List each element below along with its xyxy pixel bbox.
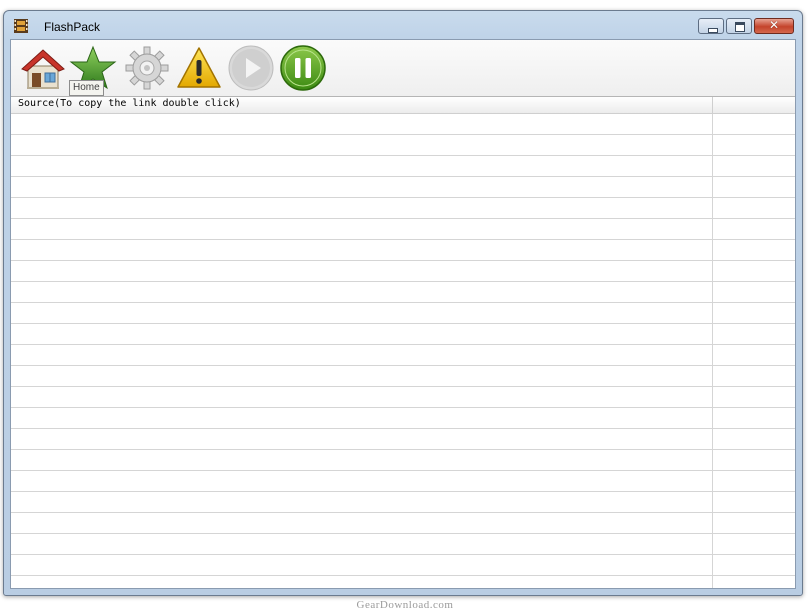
table-cell-source	[11, 177, 713, 197]
table-cell-source	[11, 513, 713, 533]
table-row[interactable]	[11, 240, 795, 261]
table-cell-source	[11, 219, 713, 239]
table-cell-source	[11, 345, 713, 365]
minimize-icon	[708, 28, 718, 33]
table-row[interactable]	[11, 492, 795, 513]
app-window: FlashPack ✕ Home Source(To copy the link…	[3, 10, 803, 596]
table-cell-source	[11, 408, 713, 428]
table-cell-source	[11, 492, 713, 512]
tooltip: Home	[69, 80, 104, 96]
table-cell-source	[11, 429, 713, 449]
table-row[interactable]	[11, 429, 795, 450]
table-cell-source	[11, 282, 713, 302]
table-cell-source	[11, 471, 713, 491]
table-row[interactable]	[11, 534, 795, 555]
home-button[interactable]	[19, 44, 67, 92]
table-row[interactable]	[11, 177, 795, 198]
title-bar[interactable]: FlashPack ✕	[4, 11, 802, 39]
client-area: Home Source(To copy the link double clic…	[10, 39, 796, 589]
table-row[interactable]	[11, 345, 795, 366]
watermark: GearDownload.com	[356, 599, 454, 611]
table-cell-source	[11, 450, 713, 470]
column-header-source[interactable]: Source(To copy the link double click)	[11, 97, 713, 113]
table-row[interactable]	[11, 156, 795, 177]
table-cell-source	[11, 555, 713, 575]
toolbar: Home	[11, 40, 795, 97]
table-row[interactable]	[11, 387, 795, 408]
close-icon: ✕	[768, 18, 780, 32]
table-row[interactable]	[11, 135, 795, 156]
table-row[interactable]	[11, 471, 795, 492]
table-cell-source	[11, 240, 713, 260]
list-rows	[11, 114, 795, 588]
table-row[interactable]	[11, 555, 795, 576]
table-cell-source	[11, 387, 713, 407]
settings-button[interactable]	[123, 44, 171, 92]
maximize-icon	[735, 22, 745, 32]
column-header-label: Source(To copy the link double click)	[18, 98, 241, 109]
table-cell-source	[11, 135, 713, 155]
table-cell-source	[11, 324, 713, 344]
table-row[interactable]	[11, 198, 795, 219]
source-list[interactable]: Source(To copy the link double click)	[11, 97, 795, 588]
table-row[interactable]	[11, 282, 795, 303]
play-button[interactable]	[227, 44, 275, 92]
home-icon	[21, 49, 65, 89]
warning-icon	[177, 47, 221, 88]
table-cell-source	[11, 576, 713, 588]
table-row[interactable]	[11, 366, 795, 387]
pause-button[interactable]	[279, 44, 327, 92]
window-title: FlashPack	[44, 20, 101, 34]
table-row[interactable]	[11, 324, 795, 345]
table-cell-source	[11, 366, 713, 386]
warning-button[interactable]	[175, 44, 223, 92]
play-icon	[228, 45, 274, 91]
table-cell-source	[11, 534, 713, 554]
table-row[interactable]	[11, 576, 795, 588]
table-row[interactable]	[11, 513, 795, 534]
table-row[interactable]	[11, 303, 795, 324]
table-row[interactable]	[11, 261, 795, 282]
gear-icon	[125, 46, 169, 90]
table-cell-source	[11, 114, 713, 134]
table-row[interactable]	[11, 219, 795, 240]
table-cell-source	[11, 198, 713, 218]
table-cell-source	[11, 303, 713, 323]
table-row[interactable]	[11, 450, 795, 471]
window-controls: ✕	[696, 18, 794, 36]
table-cell-source	[11, 261, 713, 281]
pause-icon	[280, 45, 326, 91]
close-button[interactable]: ✕	[754, 18, 794, 34]
column-header-2[interactable]	[713, 97, 795, 113]
minimize-button[interactable]	[698, 18, 724, 34]
film-icon[interactable]	[14, 19, 28, 33]
maximize-button[interactable]	[726, 18, 752, 34]
table-cell-source	[11, 156, 713, 176]
table-row[interactable]	[11, 114, 795, 135]
table-row[interactable]	[11, 408, 795, 429]
list-header: Source(To copy the link double click)	[11, 97, 795, 114]
